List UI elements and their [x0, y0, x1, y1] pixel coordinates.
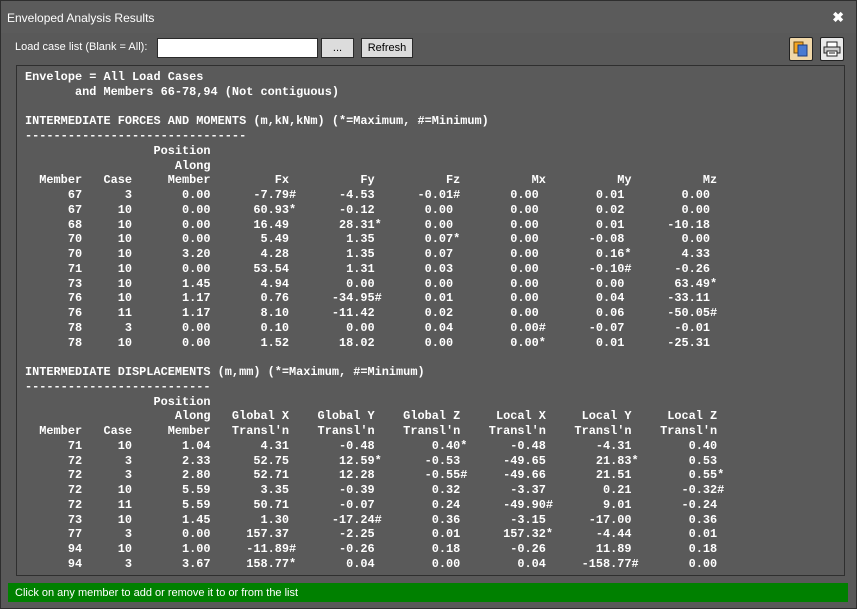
report-line[interactable]: 76 11 1.17 8.10 -11.42 0.02 0.00 0.06 -5… [25, 306, 717, 320]
report-line[interactable]: 73 10 1.45 1.30 -17.24# 0.36 -3.15 -17.0… [25, 513, 717, 527]
report-line[interactable]: Envelope = All Load Cases [25, 70, 203, 84]
report-line[interactable]: 72 10 5.59 3.35 -0.39 0.32 -3.37 0.21 -0… [25, 483, 724, 497]
report-line[interactable]: 78 3 0.00 0.10 0.00 0.04 0.00# -0.07 -0.… [25, 321, 710, 335]
report-line[interactable]: Member Case Member Fx Fy Fz Mx My Mz [25, 173, 717, 187]
print-button[interactable] [820, 37, 844, 61]
report-line[interactable]: ------------------------------- [25, 129, 246, 143]
report-line[interactable]: 70 10 0.00 5.49 1.35 0.07* 0.00 -0.08 0.… [25, 232, 710, 246]
status-text: Click on any member to add or remove it … [15, 587, 299, 599]
report-line[interactable]: Member Case Member Transl'n Transl'n Tra… [25, 424, 717, 438]
status-bar: Click on any member to add or remove it … [8, 583, 848, 602]
report-line[interactable]: 71 10 0.00 53.54 1.31 0.03 0.00 -0.10# -… [25, 262, 710, 276]
report-line[interactable]: INTERMEDIATE FORCES AND MOMENTS (m,kN,kN… [25, 114, 489, 128]
report-line[interactable]: 71 10 1.04 4.31 -0.48 0.40* -0.48 -4.31 … [25, 439, 717, 453]
refresh-button[interactable]: Refresh [361, 38, 413, 58]
load-case-label: Load case list (Blank = All): [15, 41, 148, 53]
report-line[interactable]: 94 10 1.00 -11.89# -0.26 0.18 -0.26 11.8… [25, 542, 717, 556]
browse-button[interactable]: ... [321, 38, 354, 58]
printer-icon [823, 41, 841, 57]
report-line[interactable]: Along [25, 159, 211, 173]
report-line[interactable]: 68 10 0.00 16.49 28.31* 0.00 0.00 0.01 -… [25, 218, 710, 232]
report-text[interactable]: Envelope = All Load Cases and Members 66… [25, 70, 724, 572]
report-line[interactable]: 72 3 2.80 52.71 12.28 -0.55# -49.66 21.5… [25, 468, 724, 482]
report-line[interactable]: INTERMEDIATE DISPLACEMENTS (m,mm) (*=Max… [25, 365, 425, 379]
report-line[interactable]: and Members 66-78,94 (Not contiguous) [25, 85, 339, 99]
load-case-input[interactable] [157, 38, 318, 58]
results-window: Enveloped Analysis Results ✖ Load case l… [0, 0, 857, 609]
report-line[interactable]: 67 3 0.00 -7.79# -4.53 -0.01# 0.00 0.01 … [25, 188, 710, 202]
report-line[interactable]: 72 3 2.33 52.75 12.59* -0.53 -49.65 21.8… [25, 454, 717, 468]
close-icon[interactable]: ✖ [832, 9, 844, 26]
report-line[interactable]: 67 10 0.00 60.93* -0.12 0.00 0.00 0.02 0… [25, 203, 710, 217]
report-line[interactable]: 72 11 5.59 50.71 -0.07 0.24 -49.90# 9.01… [25, 498, 717, 512]
report-line[interactable]: Position [25, 395, 210, 409]
report-line[interactable]: Position [25, 144, 210, 158]
report-line[interactable]: 76 10 1.17 0.76 -34.95# 0.01 0.00 0.04 -… [25, 291, 710, 305]
copy-button[interactable] [789, 37, 813, 61]
results-report[interactable]: Envelope = All Load Cases and Members 66… [16, 65, 845, 576]
report-line[interactable]: 73 10 1.45 4.94 0.00 0.00 0.00 0.00 63.4… [25, 277, 717, 291]
report-line[interactable]: 78 10 0.00 1.52 18.02 0.00 0.00* 0.01 -2… [25, 336, 710, 350]
window-title: Enveloped Analysis Results [7, 11, 155, 25]
copy-icon [793, 41, 808, 57]
report-line[interactable]: Along Global X Global Y Global Z Local X… [25, 409, 717, 423]
report-line[interactable]: -------------------------- [25, 380, 211, 394]
title-bar: Enveloped Analysis Results ✖ [1, 1, 856, 33]
report-line[interactable]: 70 10 3.20 4.28 1.35 0.07 0.00 0.16* 4.3… [25, 247, 710, 261]
report-line[interactable]: 94 3 3.67 158.77* 0.04 0.00 0.04 -158.77… [25, 557, 717, 571]
report-line[interactable]: 77 3 0.00 157.37 -2.25 0.01 157.32* -4.4… [25, 527, 717, 541]
